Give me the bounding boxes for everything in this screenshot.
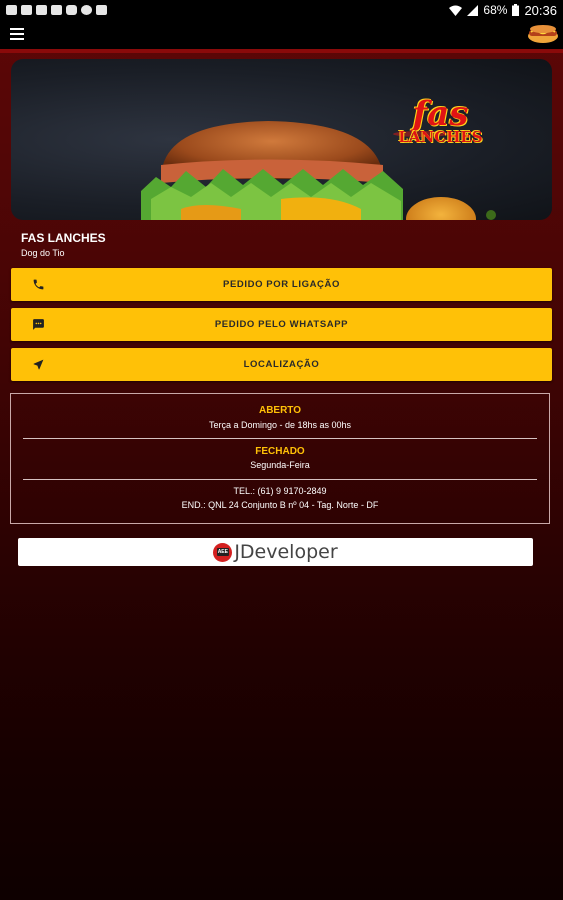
- developer-badge: AEE: [216, 548, 229, 556]
- developer-logo-icon: AEE: [213, 542, 233, 562]
- address: END.: QNL 24 Conjunto B nº 04 - Tag. Nor…: [181, 500, 379, 510]
- youtube-icon: [36, 5, 47, 15]
- brand-logo: fas LANCHES: [373, 94, 508, 146]
- developer-label: JDeveloper: [234, 541, 338, 563]
- youtube-icon: [51, 5, 62, 15]
- call-order-button[interactable]: PEDIDO POR LIGAÇÃO: [11, 268, 552, 301]
- clock: 20:36: [524, 2, 557, 18]
- youtube-icon: [6, 5, 17, 15]
- whatsapp-order-button[interactable]: PEDIDO PELO WHATSAPP: [11, 308, 552, 341]
- location-label: LOCALIZAÇÃO: [243, 359, 320, 370]
- phone-number: TEL.: (61) 9 9170-2849: [233, 486, 327, 496]
- divider: [23, 438, 537, 439]
- battery-icon: [512, 4, 520, 16]
- location-button[interactable]: LOCALIZAÇÃO: [11, 348, 552, 381]
- hotdog-icon: [528, 25, 558, 43]
- developer-credit-link[interactable]: AEE JDeveloper: [18, 538, 533, 566]
- call-order-label: PEDIDO POR LIGAÇÃO: [223, 279, 340, 290]
- menu-icon[interactable]: [10, 28, 24, 40]
- open-hours: Terça a Domingo - de 18hs as 00hs: [208, 420, 352, 430]
- logo-text-lanches: LANCHES: [398, 128, 483, 146]
- gallery-icon: [96, 5, 107, 15]
- notification-icons: [0, 5, 107, 15]
- status-bar: 68% 20:36: [0, 0, 563, 20]
- reddit-icon: [81, 5, 92, 15]
- instagram-icon: [66, 5, 77, 15]
- youtube-icon: [21, 5, 32, 15]
- closed-days: Segunda-Feira: [250, 460, 310, 470]
- divider: [23, 479, 537, 480]
- open-title: ABERTO: [258, 405, 302, 416]
- wifi-icon: [449, 5, 463, 16]
- store-name: FAS LANCHES: [21, 231, 106, 245]
- banner-image: fas LANCHES: [11, 59, 552, 220]
- logo-text-fas: fas: [412, 94, 469, 134]
- app-bar: [0, 20, 563, 53]
- store-subtitle: Dog do Tio: [21, 248, 65, 258]
- info-box: ABERTO Terça a Domingo - de 18hs as 00hs…: [10, 393, 550, 524]
- signal-icon: [467, 4, 479, 16]
- closed-title: FECHADO: [255, 446, 305, 457]
- battery-level: 68%: [483, 3, 508, 17]
- whatsapp-order-label: PEDIDO PELO WHATSAPP: [214, 319, 349, 330]
